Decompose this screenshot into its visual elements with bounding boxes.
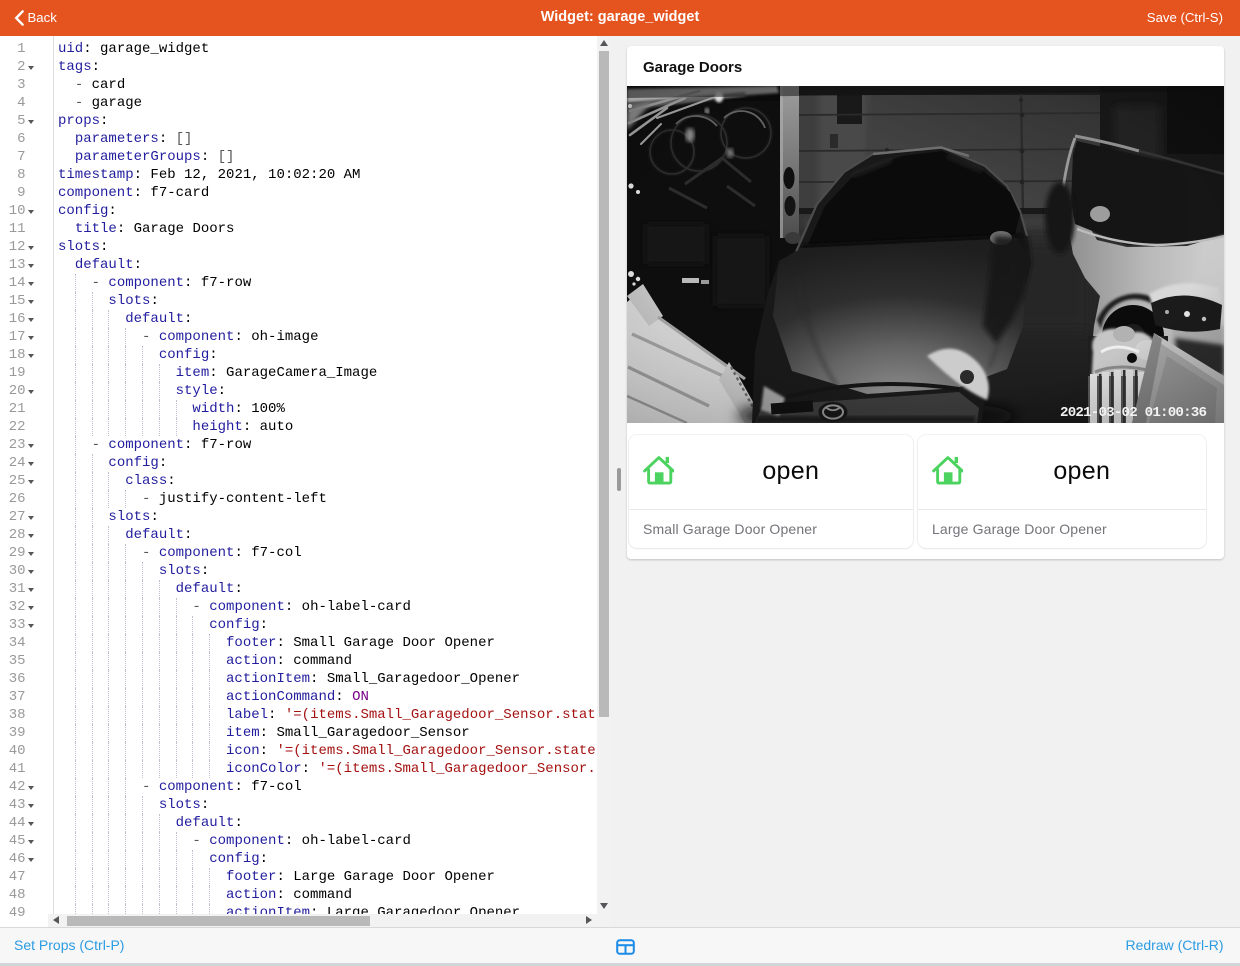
svg-text:2021-03-02 01:00:36: 2021-03-02 01:00:36 bbox=[1060, 405, 1207, 421]
